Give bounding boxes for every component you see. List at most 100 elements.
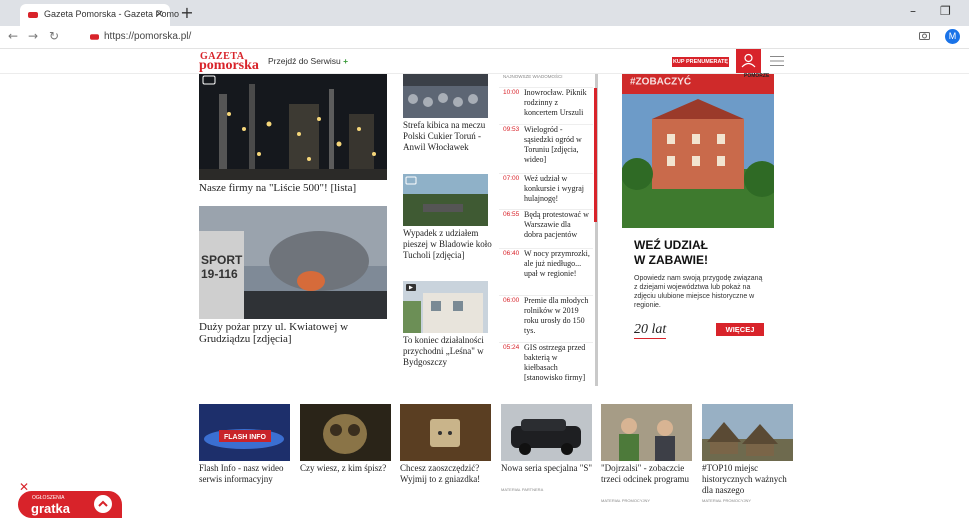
maximize-icon[interactable]: ❐ xyxy=(940,4,951,18)
castle-photo: #ZOBACZYĆ xyxy=(622,74,774,228)
minimize-icon[interactable]: – xyxy=(910,4,916,18)
fans-photo xyxy=(403,74,488,118)
factory-night-photo xyxy=(199,74,387,180)
user-icon xyxy=(741,53,756,68)
bottom-article-caption[interactable]: Flash Info - nasz wideo serwis informacy… xyxy=(199,463,291,485)
middle-article-caption[interactable]: Strefa kibica na meczu Polski Cukier Tor… xyxy=(403,120,495,153)
timeline-time: 06:00 xyxy=(503,297,520,304)
menu-icon[interactable] xyxy=(770,56,784,66)
bottom-image-village[interactable] xyxy=(702,404,793,461)
bottom-image-flashinfo[interactable]: FLASH INFO xyxy=(199,404,290,461)
przejdz-label: Przejdź do Serwisu xyxy=(268,56,341,66)
timeline-text: Weź udział w konkursie i wygraj hulajnog… xyxy=(524,174,584,203)
sponsored-tag: MATERIAŁ PARTNERA xyxy=(501,487,544,492)
bottom-image-insect[interactable] xyxy=(300,404,391,461)
przejdz-link[interactable]: Przejdź do Serwisu + xyxy=(268,56,348,66)
site-favicon xyxy=(28,12,38,18)
timeline-time: 06:55 xyxy=(503,211,520,218)
fire-photo: SPORT 19-116 xyxy=(199,206,387,319)
people-thumb xyxy=(601,404,692,461)
address-bar[interactable]: https://pomorska.pl/ xyxy=(104,31,191,42)
accident-photo xyxy=(403,174,488,226)
new-tab-button[interactable]: + xyxy=(178,4,196,22)
timeline-item[interactable]: 05:24 GIS ostrzega przed bakterią w kiełb… xyxy=(499,342,593,385)
bottom-article-caption[interactable]: "Dojrzalsi" - zobaczcie trzeci odcinek p… xyxy=(601,463,696,485)
browser-tab-bar: Gazeta Pomorska - Gazeta Pomo × + – ❐ xyxy=(0,0,969,26)
timeline-item[interactable]: 09:53 Wielogród - sąsiedzki ogród w Torun… xyxy=(499,124,593,173)
sponsored-tag: MATERIAŁ PROMOCYJNY xyxy=(702,498,752,503)
sponsored-tag: MATERIAŁ PROMOCYJNY xyxy=(601,498,651,503)
timeline-text: GIS ostrzega przed bakterią w kiełbasach… xyxy=(524,343,586,382)
article-image-fans[interactable] xyxy=(403,74,488,118)
article-image-accident[interactable] xyxy=(403,174,488,226)
article-image-fire[interactable]: SPORT 19-116 xyxy=(199,206,387,319)
village-thumb xyxy=(702,404,793,461)
ad-headline: WEŹ UDZIAŁ W ZABAWIE! xyxy=(634,238,708,268)
svg-text:SPORT: SPORT xyxy=(201,253,243,267)
car-thumb xyxy=(501,404,592,461)
timeline-time: 07:00 xyxy=(503,175,520,182)
article-image-factory[interactable] xyxy=(199,74,387,180)
reload-icon[interactable]: ↻ xyxy=(49,29,59,43)
camera-icon[interactable] xyxy=(919,31,930,40)
anniversary-logo: 20 lat xyxy=(634,322,667,339)
logo-bottom[interactable]: pomorska xyxy=(199,58,259,74)
back-icon[interactable]: ← xyxy=(8,29,18,43)
site-header: GAZETA pomorska Przejdź do Serwisu + KUP… xyxy=(0,49,969,74)
more-button[interactable]: WIĘCEJ xyxy=(716,323,764,336)
ad-headline-line2: W ZABAWIE! xyxy=(634,253,708,267)
bottom-image-socket[interactable] xyxy=(400,404,491,461)
article-image-clinic[interactable] xyxy=(403,281,488,333)
timeline-text: Inowrocław. Piknik rodzinny z koncertem … xyxy=(524,88,587,117)
ad-body: Opowiedz nam swoją przygodę związaną z d… xyxy=(634,275,763,309)
timeline-time: 10:00 xyxy=(503,89,520,96)
ad-image-castle[interactable]: #ZOBACZYĆ xyxy=(622,74,774,228)
profile-avatar[interactable]: M xyxy=(945,29,960,44)
ad-top-text: #ZOBACZYĆ xyxy=(630,74,691,87)
bottom-article-caption[interactable]: Chcesz zaoszczędzić? Wyjmij to z gniazdk… xyxy=(400,463,495,485)
browser-toolbar: ← → ↻ https://pomorska.pl/ M xyxy=(0,26,969,49)
bottom-article-caption[interactable]: Czy wiesz, z kim śpisz? xyxy=(300,463,392,474)
timeline-item[interactable]: 06:00 Premie dla młodych rolników w 2019 … xyxy=(499,295,593,342)
timeline-item[interactable]: 06:55 Będą protestować w Warszawie dla do… xyxy=(499,209,593,248)
timeline-item[interactable]: 07:00 Weź udział w konkursie i wygraj hul… xyxy=(499,173,593,208)
middle-article-caption[interactable]: To koniec działalności przychodni „Leśna… xyxy=(403,335,495,368)
timeline-item[interactable]: 10:00 Inowrocław. Piknik rodzinny z konce… xyxy=(499,87,593,128)
main-article-caption[interactable]: Nasze firmy na "Liście 500"! [lista] xyxy=(199,182,389,194)
pomorze-label: POMORZE xyxy=(744,73,770,79)
svg-text:19-116: 19-116 xyxy=(201,267,238,281)
timeline-text: Wielogród - sąsiedzki ogród w Toruniu [z… xyxy=(524,125,582,164)
timeline-time: 09:53 xyxy=(503,126,520,133)
flashinfo-thumb: FLASH INFO xyxy=(199,404,290,461)
news-timeline: NAJNOWSZE WIADOMOŚCI 10:00 Inowrocław. Pi… xyxy=(499,74,598,386)
bottom-article-caption[interactable]: Nowa seria specjalna "S" xyxy=(501,463,593,474)
timeline-time: 05:24 xyxy=(503,344,520,351)
site-favicon xyxy=(90,34,99,40)
clinic-photo xyxy=(403,281,488,333)
timeline-item[interactable]: 06:40 W nocy przymrozki, ale już niedługo… xyxy=(499,248,593,295)
subscribe-button[interactable]: KUP PRENUMERATĘ xyxy=(672,57,729,67)
flashinfo-logo-text: FLASH INFO xyxy=(224,434,267,441)
bottom-image-people[interactable] xyxy=(601,404,692,461)
bottom-article-caption[interactable]: #TOP10 miejsc historycznych ważnych dla … xyxy=(702,463,797,496)
socket-thumb xyxy=(400,404,491,461)
bottom-image-car[interactable] xyxy=(501,404,592,461)
timeline-text: W nocy przymrozki, ale już niedługo... u… xyxy=(524,249,590,278)
browser-tab[interactable]: Gazeta Pomorska - Gazeta Pomo × xyxy=(20,4,179,26)
main-article-caption[interactable]: Duży pożar przy ul. Kwiatowej w Grudziąd… xyxy=(199,321,391,345)
timeline-time: 06:40 xyxy=(503,250,520,257)
close-tab-icon[interactable]: × xyxy=(155,7,164,20)
timeline-scroll-indicator xyxy=(594,88,597,222)
plus-icon: + xyxy=(343,56,349,66)
timeline-text: Będą protestować w Warszawie dla dobra p… xyxy=(524,210,589,239)
ad-headline-line1: WEŹ UDZIAŁ xyxy=(634,238,708,252)
gratka-sticky-button[interactable]: OGŁOSZENIA gratka xyxy=(18,491,122,518)
gratka-logo: gratka xyxy=(31,501,71,516)
timeline-text: Premie dla młodych rolników w 2019 roku … xyxy=(524,296,589,335)
chevron-up-icon[interactable] xyxy=(94,495,112,513)
forward-icon[interactable]: → xyxy=(28,29,38,43)
middle-article-caption[interactable]: Wypadek z udziałem pieszej w Bladowie ko… xyxy=(403,228,495,261)
insect-thumb xyxy=(300,404,391,461)
user-button[interactable] xyxy=(736,49,761,73)
timeline-header: NAJNOWSZE WIADOMOŚCI xyxy=(503,74,563,79)
